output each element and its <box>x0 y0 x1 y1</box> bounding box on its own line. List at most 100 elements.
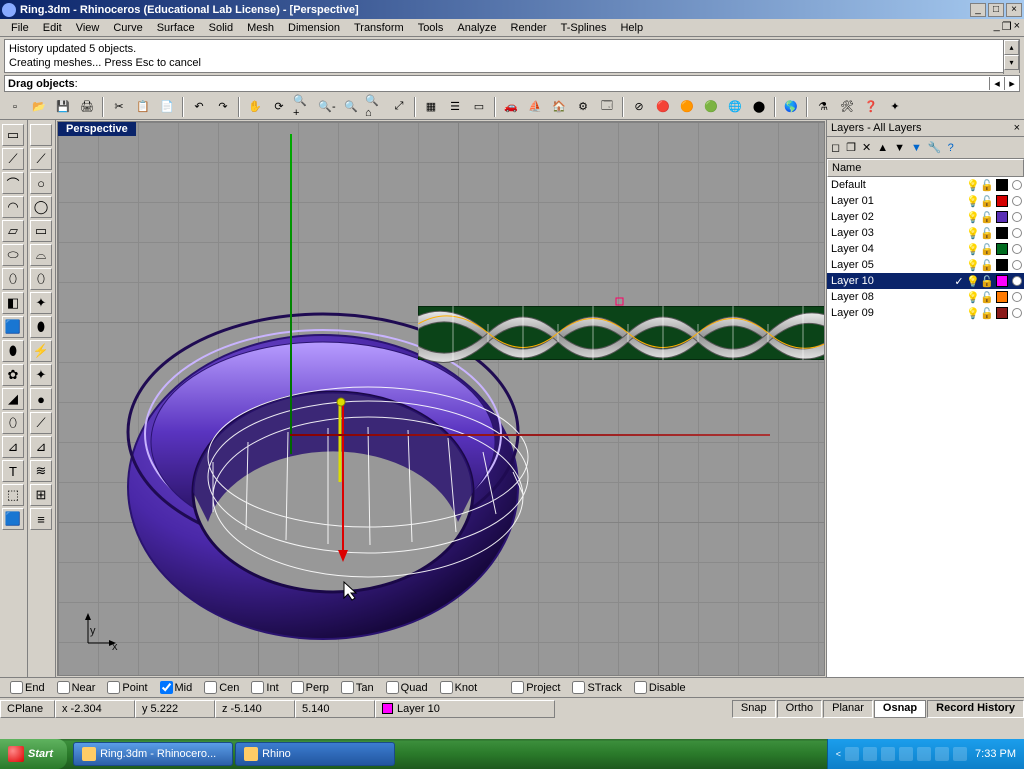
layer-material-dot[interactable] <box>1012 244 1022 254</box>
side-tool[interactable] <box>30 124 52 146</box>
mdi-minimize-button[interactable]: _ <box>994 20 1000 33</box>
layer-row[interactable]: Layer 09💡🔓 <box>827 305 1024 321</box>
osnap-mid[interactable]: Mid <box>156 681 197 694</box>
menu-t-splines[interactable]: T-Splines <box>554 21 614 35</box>
bulb-icon[interactable]: 💡 <box>966 179 980 192</box>
side-tool[interactable]: 🟦 <box>2 508 24 530</box>
side-tool[interactable]: ⬚ <box>2 484 24 506</box>
toolbar-button[interactable]: ↶ <box>188 96 210 118</box>
layers-toolbar[interactable]: ◻ ❐ ✕ ▲ ▼ ▼ 🔧 ? <box>827 137 1024 159</box>
lock-icon[interactable]: 🔓 <box>980 195 994 208</box>
menu-analyze[interactable]: Analyze <box>450 21 503 35</box>
toolbar-button[interactable]: ❓ <box>860 96 882 118</box>
layer-current-check[interactable]: ✓ <box>952 275 966 288</box>
side-tool[interactable]: ⟋ <box>30 148 52 170</box>
maximize-button[interactable]: □ <box>988 3 1004 17</box>
lock-icon[interactable]: 🔓 <box>980 227 994 240</box>
bulb-icon[interactable]: 💡 <box>966 291 980 304</box>
layer-material-dot[interactable] <box>1012 196 1022 206</box>
menu-mesh[interactable]: Mesh <box>240 21 281 35</box>
lock-icon[interactable]: 🔓 <box>980 275 994 288</box>
layers-list[interactable]: Default💡🔓Layer 01💡🔓Layer 02💡🔓Layer 03💡🔓L… <box>827 177 1024 677</box>
viewport-perspective[interactable]: Perspective <box>57 121 825 676</box>
tray-icon[interactable] <box>917 747 931 761</box>
tray-icon[interactable] <box>845 747 859 761</box>
layer-row[interactable]: Layer 03💡🔓 <box>827 225 1024 241</box>
osnap-point[interactable]: Point <box>103 681 151 694</box>
side-tool[interactable]: ✦ <box>30 292 52 314</box>
toolbar-button[interactable]: 🔍+ <box>292 96 314 118</box>
menu-dimension[interactable]: Dimension <box>281 21 347 35</box>
layer-material-dot[interactable] <box>1012 260 1022 270</box>
bulb-icon[interactable]: 💡 <box>966 211 980 224</box>
side-tool[interactable]: ⬭ <box>2 244 24 266</box>
command-scroll-left[interactable]: ◂ <box>989 77 1004 90</box>
toolbar-button[interactable]: 🌎 <box>780 96 802 118</box>
layer-row[interactable]: Layer 08💡🔓 <box>827 289 1024 305</box>
new-sublayer-icon[interactable]: ❐ <box>846 141 856 154</box>
bulb-icon[interactable]: 💡 <box>966 275 980 288</box>
osnap-int[interactable]: Int <box>247 681 282 694</box>
side-tool[interactable]: ⟋ <box>2 148 24 170</box>
side-tool[interactable]: 🟦 <box>2 316 24 338</box>
status-pane-record-history[interactable]: Record History <box>927 700 1024 718</box>
osnap-strack[interactable]: STrack <box>568 681 625 694</box>
tray-icon[interactable] <box>863 747 877 761</box>
toolbar-button[interactable]: 📂 <box>28 96 50 118</box>
side-tool[interactable]: ⊿ <box>2 436 24 458</box>
toolbar-button[interactable]: ⚗ <box>812 96 834 118</box>
layer-row[interactable]: Layer 02💡🔓 <box>827 209 1024 225</box>
menu-render[interactable]: Render <box>504 21 554 35</box>
toolbar-button[interactable]: 🔍⌂ <box>364 96 386 118</box>
command-scroll-right[interactable]: ▸ <box>1004 77 1019 90</box>
side-tool[interactable]: ✦ <box>30 364 52 386</box>
mdi-close-button[interactable]: × <box>1014 20 1020 33</box>
side-tool[interactable]: ⬮ <box>2 340 24 362</box>
layers-close-button[interactable]: × <box>1014 122 1020 134</box>
side-tool[interactable]: ○ <box>30 172 52 194</box>
bulb-icon[interactable]: 💡 <box>966 227 980 240</box>
lock-icon[interactable]: 🔓 <box>980 307 994 320</box>
layer-material-dot[interactable] <box>1012 228 1022 238</box>
osnap-perp[interactable]: Perp <box>287 681 333 694</box>
side-tool[interactable]: ◢ <box>2 388 24 410</box>
toolbar-button[interactable]: 🛠 <box>836 96 858 118</box>
toolbar-button[interactable]: 🏠 <box>548 96 570 118</box>
lock-icon[interactable]: 🔓 <box>980 211 994 224</box>
side-tool[interactable]: ⌓ <box>30 244 52 266</box>
side-tool[interactable]: ≋ <box>30 460 52 482</box>
osnap-near[interactable]: Near <box>53 681 100 694</box>
osnap-end[interactable]: End <box>6 681 49 694</box>
side-tool[interactable]: ▱ <box>2 220 24 242</box>
toolbar-button[interactable]: ⊘ <box>628 96 650 118</box>
side-tool[interactable]: ◠ <box>2 196 24 218</box>
toolbar-button[interactable]: 🚗 <box>500 96 522 118</box>
layer-row[interactable]: Default💡🔓 <box>827 177 1024 193</box>
bulb-icon[interactable]: 💡 <box>966 259 980 272</box>
toolbar-button[interactable]: ⛵ <box>524 96 546 118</box>
tray-clock[interactable]: 7:33 PM <box>975 748 1016 760</box>
toolbar-button[interactable]: 🔴 <box>652 96 674 118</box>
side-tool[interactable]: ▭ <box>2 124 24 146</box>
status-pane-snap[interactable]: Snap <box>732 700 776 718</box>
osnap-tan[interactable]: Tan <box>337 681 378 694</box>
side-tool[interactable]: ◯ <box>30 196 52 218</box>
tray-icon[interactable] <box>953 747 967 761</box>
side-tool[interactable]: ⟋ <box>30 412 52 434</box>
layer-color-swatch[interactable] <box>996 291 1008 303</box>
lock-icon[interactable]: 🔓 <box>980 179 994 192</box>
layers-header[interactable]: Name <box>827 159 1024 177</box>
taskbar-task[interactable]: Rhino <box>235 742 395 766</box>
new-layer-icon[interactable]: ◻ <box>831 141 840 154</box>
toolbar-button[interactable]: ☰ <box>444 96 466 118</box>
layer-color-swatch[interactable] <box>996 179 1008 191</box>
layer-color-swatch[interactable] <box>996 275 1008 287</box>
layer-tools-icon[interactable]: 🔧 <box>928 141 942 154</box>
system-tray[interactable]: < 7:33 PM <box>827 739 1024 769</box>
bulb-icon[interactable]: 💡 <box>966 307 980 320</box>
side-tool[interactable]: ● <box>30 388 52 410</box>
status-cplane[interactable]: CPlane <box>0 700 55 718</box>
toolbar-button[interactable]: ↷ <box>212 96 234 118</box>
layer-help-icon[interactable]: ? <box>948 142 954 154</box>
toolbar-button[interactable]: ✋ <box>244 96 266 118</box>
